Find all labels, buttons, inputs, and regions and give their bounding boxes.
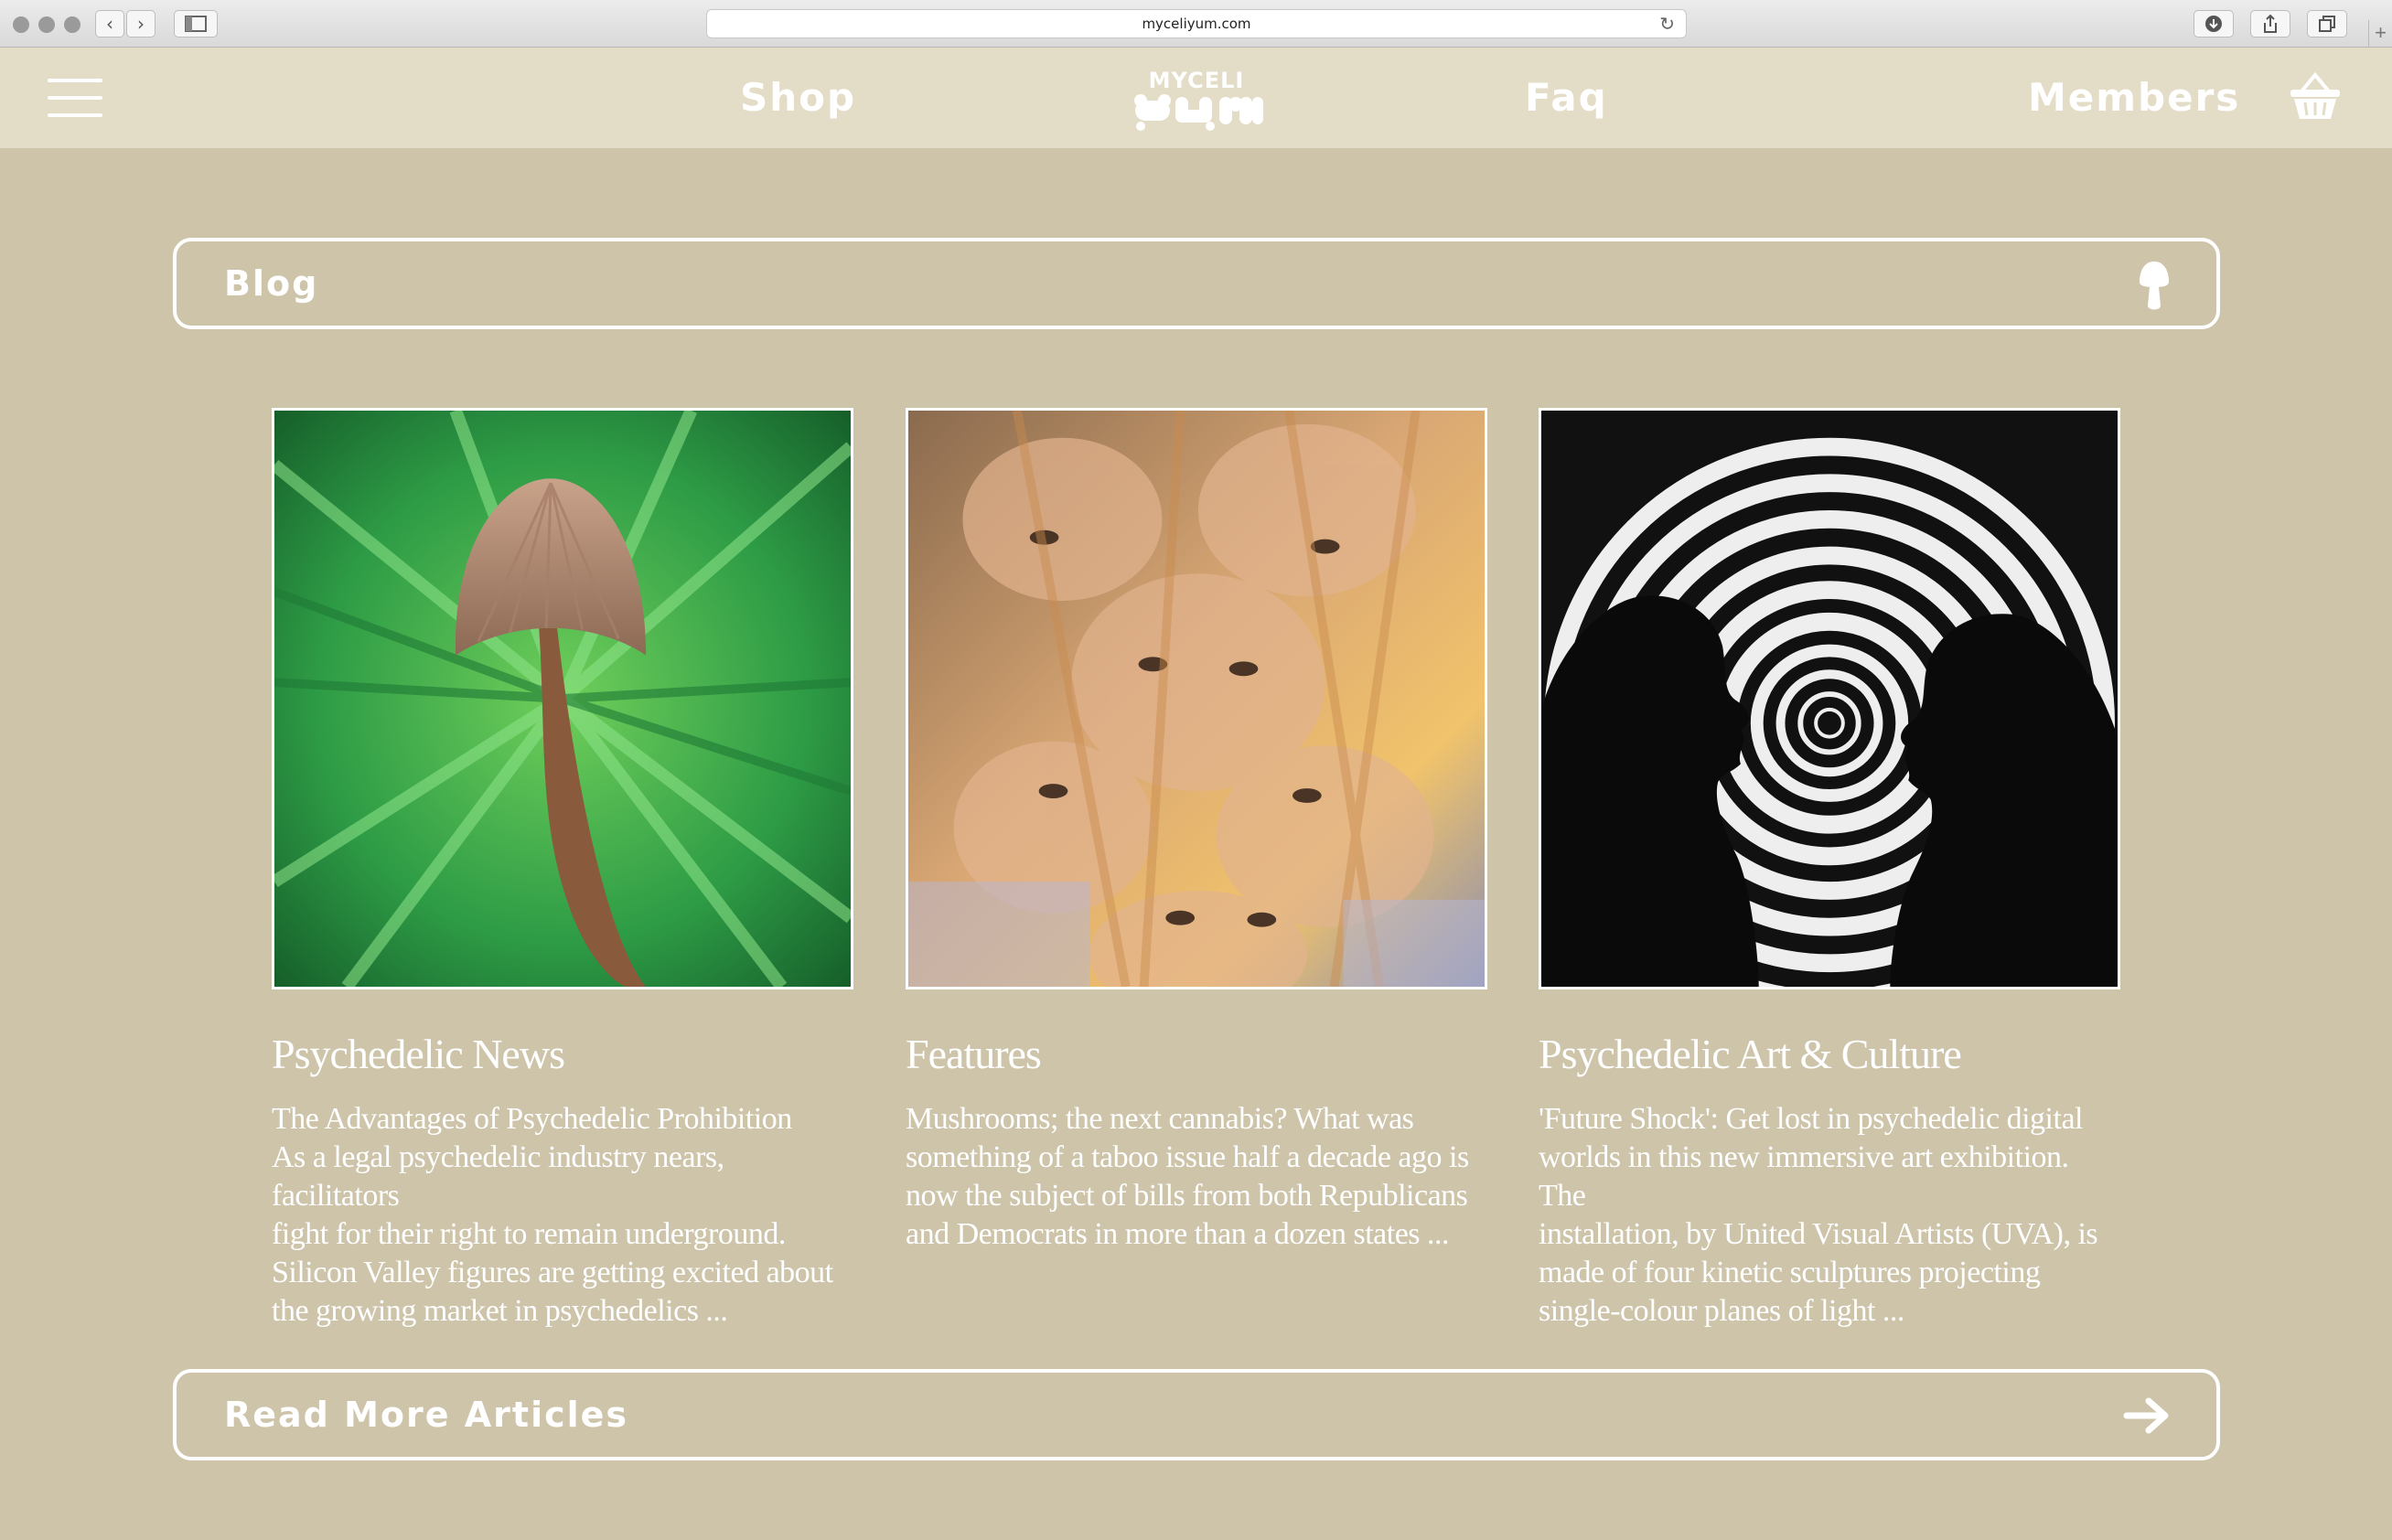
sidebar-toggle-button[interactable] bbox=[174, 10, 218, 37]
site-header: Shop MYCELI Faq Members bbox=[0, 48, 2392, 148]
minimize-window-button[interactable] bbox=[38, 16, 55, 33]
zoom-window-button[interactable] bbox=[64, 16, 80, 33]
logo-icon: MYCELI bbox=[1134, 68, 1263, 131]
card-excerpt: 'Future Shock': Get lost in psychedelic … bbox=[1539, 1102, 2098, 1328]
card-excerpt: The Advantages of Psychedelic Prohibitio… bbox=[272, 1102, 833, 1328]
card-title[interactable]: Psychedelic News bbox=[272, 1030, 853, 1078]
card-image-spiral[interactable] bbox=[1539, 408, 2120, 989]
card-title[interactable]: Psychedelic Art & Culture bbox=[1539, 1030, 2120, 1078]
downloads-button[interactable] bbox=[2194, 10, 2234, 37]
menu-icon[interactable] bbox=[48, 79, 102, 117]
close-window-button[interactable] bbox=[13, 16, 29, 33]
basket-icon[interactable] bbox=[2289, 71, 2342, 121]
browser-chrome: ‹ › myceliyum.com ↻ + bbox=[0, 0, 2392, 48]
card-image-mushroom[interactable] bbox=[272, 408, 853, 989]
share-button[interactable] bbox=[2250, 10, 2290, 37]
svg-text:MYCELI: MYCELI bbox=[1149, 68, 1245, 93]
reload-icon[interactable]: ↻ bbox=[1659, 13, 1675, 35]
myceliyum-logo[interactable]: MYCELI bbox=[1128, 66, 1265, 132]
blog-card-psychedelic-news[interactable]: Psychedelic News The Advantages of Psych… bbox=[272, 408, 853, 1331]
back-button[interactable]: ‹ bbox=[95, 10, 124, 37]
sidebar-icon bbox=[185, 16, 207, 32]
nav-faq-link[interactable]: Faq bbox=[1525, 75, 1608, 120]
read-more-label: Read More Articles bbox=[224, 1395, 629, 1435]
mushroom-icon bbox=[2140, 262, 2169, 310]
blog-card-art-culture[interactable]: Psychedelic Art & Culture 'Future Shock'… bbox=[1539, 408, 2120, 1331]
window-controls bbox=[13, 16, 80, 33]
card-excerpt: Mushrooms; the next cannabis? What was s… bbox=[906, 1102, 1469, 1251]
share-icon bbox=[2264, 14, 2277, 33]
address-bar[interactable]: myceliyum.com ↻ bbox=[706, 9, 1687, 38]
blog-card-features[interactable]: Features Mushrooms; the next cannabis? W… bbox=[906, 408, 1487, 1254]
card-image-faces[interactable] bbox=[906, 408, 1487, 989]
new-tab-button[interactable]: + bbox=[2368, 20, 2392, 48]
tabs-icon bbox=[2319, 16, 2335, 32]
tabs-overview-button[interactable] bbox=[2307, 10, 2347, 37]
card-title[interactable]: Features bbox=[906, 1030, 1487, 1078]
url-text: myceliyum.com bbox=[1142, 16, 1251, 32]
arrow-right-icon bbox=[2123, 1397, 2169, 1434]
nav-shop-link[interactable]: Shop bbox=[740, 75, 856, 120]
forward-button[interactable]: › bbox=[126, 10, 156, 37]
blog-section-bar[interactable]: Blog bbox=[173, 238, 2220, 329]
download-icon bbox=[2205, 16, 2222, 32]
read-more-articles-button[interactable]: Read More Articles bbox=[173, 1369, 2220, 1460]
nav-members-link[interactable]: Members bbox=[2028, 75, 2240, 120]
blog-heading: Blog bbox=[224, 263, 319, 304]
